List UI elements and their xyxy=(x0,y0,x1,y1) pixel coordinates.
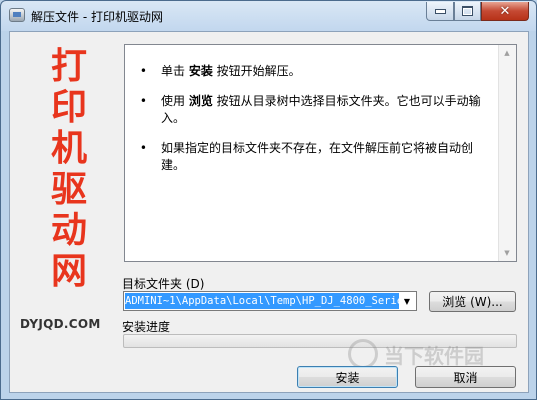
brand-site-label: DYJQD.COM xyxy=(20,317,101,331)
bullet-icon: • xyxy=(139,94,147,108)
instructions-panel: • 单击 安装 按钮开始解压。 • 使用 浏览 按钮从目录树中选择目标文件夹。它… xyxy=(124,44,517,262)
destination-folder-input[interactable]: ADMINI~1\AppData\Local\Temp\HP_DJ_4800_S… xyxy=(125,293,399,309)
cancel-button[interactable]: 取消 xyxy=(415,366,516,388)
minimize-button[interactable] xyxy=(426,2,454,21)
minimize-icon xyxy=(434,8,446,14)
maximize-icon xyxy=(462,6,473,16)
brand-char: 机 xyxy=(50,128,87,169)
install-progress-label: 安装进度 xyxy=(122,320,171,334)
title-bar[interactable]: 解压文件 - 打印机驱动网 ✕ xyxy=(1,1,536,31)
close-button[interactable]: ✕ xyxy=(481,2,529,21)
instruction-text: 单击 安装 按钮开始解压。 xyxy=(161,64,301,78)
brand-char: 打 xyxy=(50,46,87,87)
scroll-down-arrow-icon[interactable]: ▼ xyxy=(499,245,515,261)
scroll-up-arrow-icon[interactable]: ▲ xyxy=(499,45,515,61)
vertical-scrollbar[interactable]: ▲ ▼ xyxy=(498,45,516,261)
install-progress-bar xyxy=(123,334,517,348)
app-icon xyxy=(9,8,25,22)
brand-char: 驱 xyxy=(50,169,87,210)
close-icon: ✕ xyxy=(499,3,511,19)
installer-window: 解压文件 - 打印机驱动网 ✕ 打 印 机 驱 动 网 DYJQD.COM • … xyxy=(0,0,537,400)
list-item: • 使用 浏览 按钮从目录树中选择目标文件夹。它也可以手动输入。 xyxy=(125,93,495,127)
instruction-text: 使用 浏览 按钮从目录树中选择目标文件夹。它也可以手动输入。 xyxy=(161,94,481,125)
dialog-body: 打 印 机 驱 动 网 DYJQD.COM • 单击 安装 按钮开始解压。 • … xyxy=(9,31,529,393)
bullet-icon: • xyxy=(139,141,147,155)
brand-char: 网 xyxy=(50,251,87,292)
install-button[interactable]: 安装 xyxy=(297,366,398,388)
brand-char: 动 xyxy=(50,210,87,251)
maximize-button[interactable] xyxy=(454,2,481,21)
destination-folder-combobox[interactable]: ADMINI~1\AppData\Local\Temp\HP_DJ_4800_S… xyxy=(123,291,417,311)
brand-vertical-logo: 打 印 机 驱 动 网 xyxy=(44,46,94,292)
list-item: • 单击 安装 按钮开始解压。 xyxy=(125,63,495,80)
window-title: 解压文件 - 打印机驱动网 xyxy=(31,10,163,24)
list-item: • 如果指定的目标文件夹不存在，在文件解压前它将被自动创建。 xyxy=(125,140,495,174)
chevron-down-icon[interactable]: ▼ xyxy=(400,293,414,309)
instructions-list: • 单击 安装 按钮开始解压。 • 使用 浏览 按钮从目录树中选择目标文件夹。它… xyxy=(125,63,495,187)
brand-char: 印 xyxy=(50,87,87,128)
browse-button[interactable]: 浏览 (W)... xyxy=(429,291,516,312)
instruction-text: 如果指定的目标文件夹不存在，在文件解压前它将被自动创建。 xyxy=(161,141,474,172)
bullet-icon: • xyxy=(139,64,147,78)
destination-label: 目标文件夹 (D) xyxy=(122,277,205,291)
